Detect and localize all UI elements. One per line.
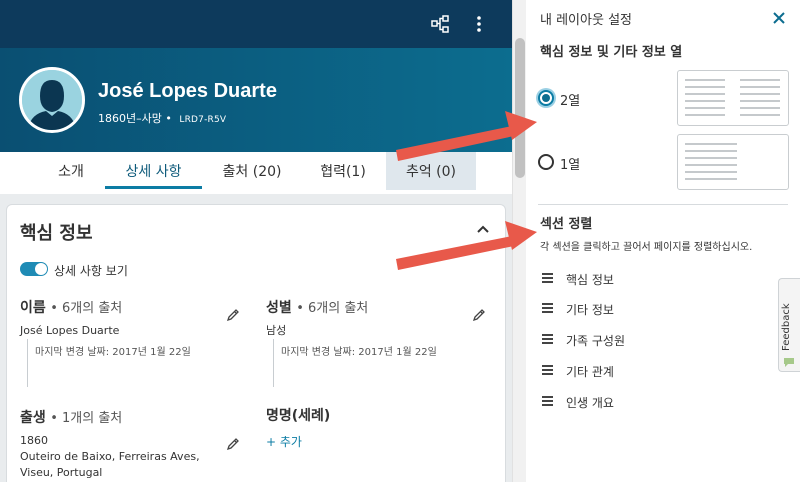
tab-details[interactable]: 상세 사항 — [105, 152, 202, 189]
layout-settings-panel: 내 레이아웃 설정 핵심 정보 및 기타 정보 열 2열 1열 섹션 정렬 각 … — [526, 0, 800, 482]
sort-item-label: 핵심 정보 — [566, 273, 614, 287]
panel-divider — [538, 204, 788, 205]
field-value: José Lopes Duarte — [20, 324, 120, 337]
sort-description: 각 섹션을 클릭하고 끌어서 페이지를 정렬하십시오. — [540, 242, 753, 253]
radio-two-columns[interactable] — [538, 90, 554, 106]
columns-heading: 핵심 정보 및 기타 정보 열 — [540, 45, 683, 60]
tab-memories[interactable]: 추억 (0) — [386, 152, 476, 190]
sort-item-label: 가족 구성원 — [566, 334, 626, 348]
sort-item-family[interactable]: 가족 구성원 — [542, 331, 742, 349]
top-bar — [0, 0, 512, 48]
person-id[interactable]: LRD7-R5V — [179, 115, 226, 125]
meta-separator: • — [165, 112, 172, 125]
tab-bar: 소개 상세 사항 출처 (20) 협력(1) 추억 (0) — [0, 152, 512, 194]
birth-field[interactable]: 출생 • 1개의 출처 1860 Outeiro de Baixo, Ferre… — [20, 407, 200, 481]
sort-item-other-relationships[interactable]: 기타 관계 — [542, 362, 742, 380]
add-christening-link[interactable]: + 추가 — [266, 433, 302, 450]
person-header: José Lopes Duarte 1860년–사망 • LRD7-R5V — [0, 48, 512, 152]
field-value: 남성 — [266, 324, 287, 337]
feedback-label: Feedback — [781, 303, 792, 351]
person-page: José Lopes Duarte 1860년–사망 • LRD7-R5V 소개… — [0, 0, 512, 482]
field-label: 이름 — [20, 300, 46, 316]
two-column-preview[interactable] — [677, 70, 789, 126]
vitals-card: 핵심 정보 상세 사항 보기 이름 • 6개의 출처 José Lopes Du… — [6, 204, 506, 482]
tab-sources[interactable]: 출처 (20) — [208, 152, 296, 190]
radio-two-columns-label[interactable]: 2열 — [560, 90, 580, 109]
person-name: José Lopes Duarte — [98, 80, 277, 102]
person-meta: 1860년–사망 • LRD7-R5V — [98, 110, 226, 126]
drag-handle-icon[interactable] — [542, 334, 553, 344]
radio-one-column-label[interactable]: 1열 — [560, 154, 580, 173]
one-column-preview[interactable] — [677, 134, 789, 190]
radio-one-column[interactable] — [538, 154, 554, 170]
close-icon[interactable] — [770, 9, 788, 27]
sort-heading: 섹션 정렬 — [540, 217, 593, 232]
field-label: 명명(세례) — [266, 408, 331, 424]
sort-item-vitals[interactable]: 핵심 정보 — [542, 270, 742, 288]
pencil-icon[interactable] — [226, 436, 240, 451]
card-title: 핵심 정보 — [20, 223, 93, 244]
tab-overview[interactable]: 소개 — [40, 152, 102, 190]
last-changed: 마지막 변경 날짜: 2017년 1월 22일 — [281, 347, 437, 358]
drag-handle-icon[interactable] — [542, 273, 553, 283]
tree-icon[interactable] — [428, 12, 452, 36]
field-sources: • 1개의 출처 — [50, 411, 123, 426]
feedback-icon — [783, 353, 795, 367]
birth-date: 1860 — [20, 434, 48, 447]
divider — [27, 339, 28, 387]
pencil-icon[interactable] — [226, 307, 240, 322]
pencil-icon[interactable] — [472, 307, 486, 322]
details-toggle[interactable] — [20, 262, 48, 276]
toggle-label: 상세 사항 보기 — [54, 264, 128, 278]
sort-item-other-info[interactable]: 기타 정보 — [542, 300, 742, 318]
sort-item-life-sketch[interactable]: 인생 개요 — [542, 393, 742, 411]
field-value: 1860 Outeiro de Baixo, Ferreiras Aves, V… — [20, 433, 200, 481]
sort-item-label: 기타 정보 — [566, 303, 614, 317]
drag-handle-icon[interactable] — [542, 396, 553, 406]
christening-field: 명명(세례) — [266, 405, 330, 425]
feedback-tab[interactable]: Feedback — [778, 278, 800, 372]
person-lifespan: 1860년–사망 — [98, 112, 162, 125]
tab-collaborate[interactable]: 협력(1) — [304, 152, 382, 190]
drag-handle-icon[interactable] — [542, 303, 553, 313]
field-label: 성별 — [266, 300, 292, 316]
birth-place-line2: Viseu, Portugal — [20, 466, 103, 479]
field-sources: • 6개의 출처 — [50, 301, 123, 316]
sort-item-label: 인생 개요 — [566, 396, 614, 410]
field-sources: • 6개의 출처 — [296, 301, 369, 316]
field-label: 출생 — [20, 410, 46, 426]
chevron-up-icon[interactable] — [475, 221, 491, 237]
avatar[interactable] — [19, 67, 85, 133]
divider — [273, 339, 274, 387]
birth-place-line1: Outeiro de Baixo, Ferreiras Aves, — [20, 450, 200, 463]
sex-field[interactable]: 성별 • 6개의 출처 남성 — [266, 297, 368, 339]
sort-item-label: 기타 관계 — [566, 365, 614, 379]
name-field[interactable]: 이름 • 6개의 출처 José Lopes Duarte — [20, 297, 122, 339]
panel-title: 내 레이아웃 설정 — [540, 13, 632, 28]
last-changed: 마지막 변경 날짜: 2017년 1월 22일 — [35, 347, 191, 358]
more-vertical-icon[interactable] — [467, 12, 491, 36]
scrollbar-thumb[interactable] — [515, 38, 525, 178]
scrollbar[interactable] — [512, 0, 526, 482]
drag-handle-icon[interactable] — [542, 365, 553, 375]
